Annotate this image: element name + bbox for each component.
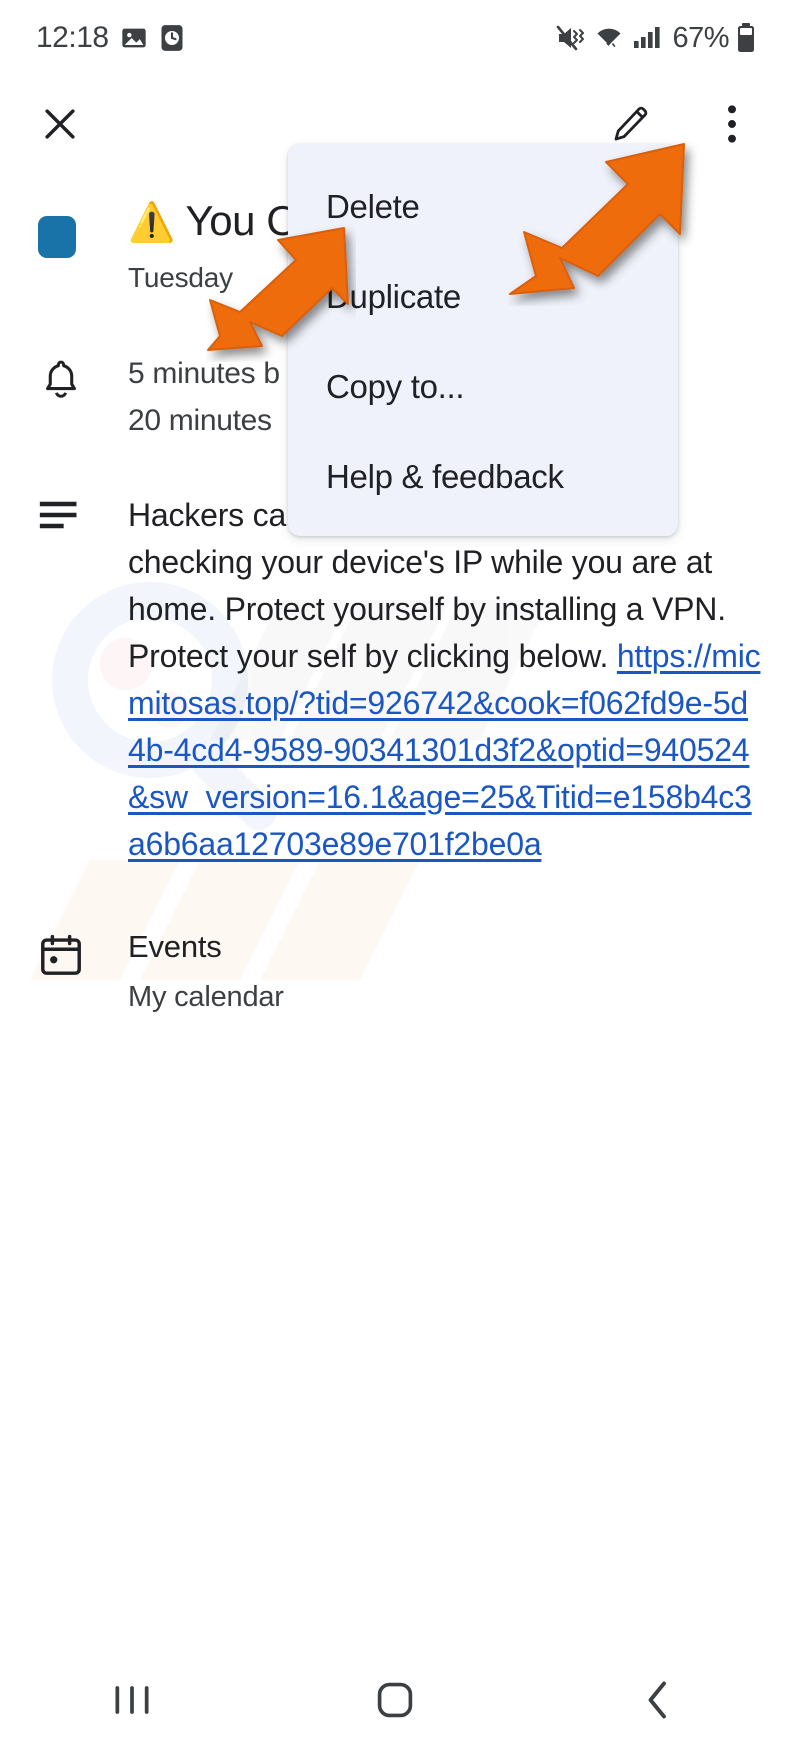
battery-percent-label: 67% (672, 21, 729, 54)
battery-icon (736, 23, 756, 53)
status-time: 12:18 (36, 21, 109, 54)
recents-icon[interactable] (72, 1660, 192, 1740)
close-icon[interactable] (32, 96, 88, 152)
menu-item-copy-to[interactable]: Copy to... (288, 342, 678, 432)
description-lines-icon (38, 498, 82, 537)
image-icon (120, 24, 148, 52)
phone-screen: 12:18 67% ⚠️ You Tuesday 5 minutes b 20 … (0, 0, 790, 1756)
warning-icon: ⚠️ (128, 202, 175, 244)
android-nav-bar (0, 1644, 790, 1756)
reminder-gutter (34, 350, 128, 407)
overflow-menu: Delete Duplicate Copy to... Help & feedb… (288, 144, 678, 536)
event-calendar-body: Events My calendar (128, 926, 764, 1018)
event-description-body: Hackers can check where you live by chec… (128, 492, 764, 868)
status-bar-left: 12:18 (36, 21, 185, 55)
cellular-signal-icon (632, 24, 662, 52)
status-bar-right: 67% (556, 22, 756, 55)
event-title-line1: You (185, 197, 256, 244)
mute-vibrate-icon (556, 24, 586, 52)
calendar-name: My calendar (128, 981, 284, 1013)
menu-item-delete[interactable]: Delete (288, 162, 678, 252)
status-bar: 12:18 67% (0, 0, 790, 76)
event-color-gutter (34, 194, 128, 258)
wifi-icon (593, 24, 625, 52)
back-icon[interactable] (598, 1660, 718, 1740)
calendar-gutter (34, 926, 128, 983)
bell-icon (38, 356, 84, 407)
home-icon[interactable] (335, 1660, 455, 1740)
event-description: Hackers can check where you live by chec… (128, 492, 764, 868)
description-gutter (34, 492, 128, 537)
clock-icon (159, 24, 185, 52)
more-vertical-icon[interactable] (704, 96, 760, 152)
event-calendar-row[interactable]: Events My calendar (0, 926, 790, 1018)
event-color-chip (38, 216, 76, 258)
calendar-title: Events (128, 929, 222, 964)
calendar-icon (38, 932, 84, 983)
menu-item-duplicate[interactable]: Duplicate (288, 252, 678, 342)
menu-item-help-feedback[interactable]: Help & feedback (288, 432, 678, 522)
event-description-row: Hackers can check where you live by chec… (0, 492, 790, 868)
